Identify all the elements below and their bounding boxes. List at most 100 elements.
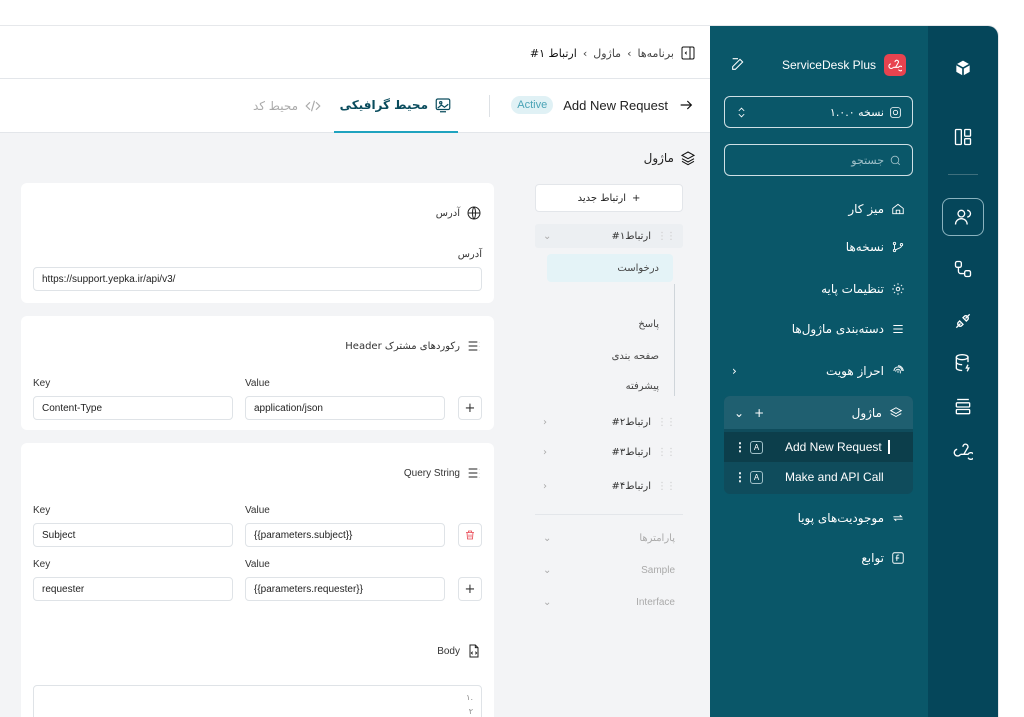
query-value-input[interactable]: {{parameters.subject}} [245,523,445,547]
connection-item-4[interactable]: ⋮⋮ ارتباط۴# ‹ [535,474,683,498]
search-icon [890,155,901,165]
sidebar-item-label: احراز هویت [826,364,884,378]
webhook-icon[interactable] [952,440,974,462]
tab-graphic[interactable]: محیط گرافیکی [333,79,458,133]
request-title: Add New Request [563,97,668,113]
query-key-input[interactable]: requester [33,577,233,601]
arrow-right-icon[interactable] [678,97,694,113]
module-name: Make and API Call [785,470,884,484]
module-item-make-api-call[interactable]: ⋮ A Make and API Call [724,462,913,492]
module-badge: A [750,470,763,484]
breadcrumb: برنامه‌ها › ماژول › ارتباط ۱# [530,45,696,61]
connection-item-1[interactable]: ⋮⋮ ارتباط۱# ⌄ [535,224,683,248]
breadcrumb-root[interactable]: برنامه‌ها [638,47,675,60]
image-icon [435,98,451,113]
sidebar-item-dynamic-entities[interactable]: موجودیت‌های پویا [724,507,913,529]
query-key-input[interactable]: Subject [33,523,233,547]
address-input[interactable]: https://support.yepka.ir/api/v3/ [33,267,482,291]
body-card: Body ۱. ۲ [21,623,494,717]
layers-icon [680,151,696,166]
sidebar-item-authentication[interactable]: احراز هویت ‹ [724,360,913,382]
plug-icon[interactable] [952,310,974,332]
add-query-button[interactable]: + [458,577,482,601]
globe-icon [467,206,481,220]
value-label: Value [245,559,270,570]
headers-card-title: رکوردهای مشترک Header [345,338,482,354]
sidebar-item-label: میز کار [848,202,884,216]
chevron-down-icon: ⌄ [543,564,552,576]
drag-handle-icon[interactable]: ⋮⋮ [657,481,676,492]
chevron-left-icon[interactable]: ‹ [543,481,547,492]
code-file-icon [469,644,479,658]
address-card: آدرس آدرس https://support.yepka.ir/api/v… [21,183,494,303]
sub-item-request[interactable]: درخواست [547,254,673,282]
drag-handle-icon[interactable]: ⋮⋮ [657,417,676,428]
body-card-title: Body [437,643,482,659]
search-placeholder: جستجو [851,153,884,167]
breadcrumb-mid[interactable]: ماژول [593,47,621,60]
sidebar-item-label: موجودیت‌های پویا [797,511,884,525]
sub-item-label: پیشرفته [625,380,659,392]
sidebar-item-versions[interactable]: نسخه‌ها [724,236,913,258]
query-value-input[interactable]: {{parameters.requester}} [245,577,445,601]
drag-handle-icon[interactable]: ⋮⋮ [657,447,676,458]
drag-handle-icon[interactable]: ⋮⋮ [657,231,676,242]
dashboard-icon[interactable] [952,126,974,148]
delete-query-button[interactable] [458,523,482,547]
more-icon[interactable]: ⋮ [734,440,746,454]
database-icon[interactable] [952,352,974,374]
value-label: Value [245,505,270,516]
value-label: Value [245,378,270,389]
section-label: Interface [636,596,675,608]
sidebar-item-base-settings[interactable]: تنظیمات پایه [724,278,913,300]
flow-icon[interactable] [952,258,974,280]
server-icon[interactable] [952,396,974,418]
editor-tabs-bar: Add New Request Active محیط گرافیکی محیط… [0,79,710,133]
chevron-down-icon[interactable]: ⌄ [543,231,551,242]
tab-label: محیط کد [252,99,298,113]
git-branch-icon [892,241,904,253]
sidebar-item-modules[interactable]: ماژول ⌄ + [724,396,913,429]
sidebar-search-input[interactable]: جستجو [724,144,913,176]
connection-item-3[interactable]: ⋮⋮ ارتباط۳# ‹ [535,440,683,464]
connection-item-2[interactable]: ⋮⋮ ارتباط۲# ‹ [535,410,683,434]
chevron-left-icon[interactable]: ‹ [543,417,547,428]
sub-item-advanced[interactable]: پیشرفته [547,372,673,400]
edit-icon[interactable] [730,56,746,72]
sidebar-item-functions[interactable]: توابع [724,547,913,569]
app-window: ServiceDesk Plus نسخه ۱.۰.۰ جستجو میز کا… [0,26,998,717]
sidebar-item-label: توابع [861,551,884,565]
module-item-add-new-request[interactable]: ⋮ A Add New Request [724,432,913,462]
sub-item-pagination[interactable]: صفحه بندی [547,342,673,370]
sidebar-item-workspace[interactable]: میز کار [724,198,913,220]
modules-group: ماژول ⌄ + ⋮ A Add New Request ⋮ A Make a… [724,396,913,494]
query-card-title: Query String [404,465,482,481]
tab-code[interactable]: محیط کد [253,79,322,133]
header-value-input[interactable]: application/json [245,396,445,420]
panel-toggle-icon[interactable] [680,45,696,61]
version-select[interactable]: نسخه ۱.۰.۰ [724,96,913,128]
sub-item-label: درخواست [617,262,659,274]
chevron-left-icon[interactable]: ‹ [543,447,547,458]
users-icon[interactable] [942,198,984,236]
status-badge: Active [511,96,554,114]
more-icon[interactable]: ⋮ [734,470,746,484]
section-sample[interactable]: Sample ⌄ [535,558,683,582]
add-header-button[interactable]: + [458,396,482,420]
new-connection-button[interactable]: + ارتباط جدید [535,184,683,212]
add-module-button[interactable]: + [754,406,764,420]
connection-label: ارتباط۴# [611,480,651,492]
gear-icon [892,283,904,295]
version-label: نسخه ۱.۰.۰ [829,105,884,119]
body-editor[interactable]: ۱. ۲ [33,685,482,717]
sidebar-item-module-categories[interactable]: دسته‌بندی ماژول‌ها [724,318,913,340]
header-key-input[interactable]: Content-Type [33,396,233,420]
address-value: https://support.yepka.ir/api/v3/ [42,273,176,285]
sidebar-item-label: نسخه‌ها [845,240,884,254]
section-parameters[interactable]: پارامترها ⌄ [535,526,683,550]
sub-item-response[interactable]: پاسخ [547,310,673,338]
section-label: پارامترها [639,532,675,544]
breadcrumb-current: ارتباط ۱# [529,46,577,60]
chevron-down-icon[interactable]: ⌄ [734,406,744,420]
section-interface[interactable]: Interface ⌄ [535,590,683,614]
